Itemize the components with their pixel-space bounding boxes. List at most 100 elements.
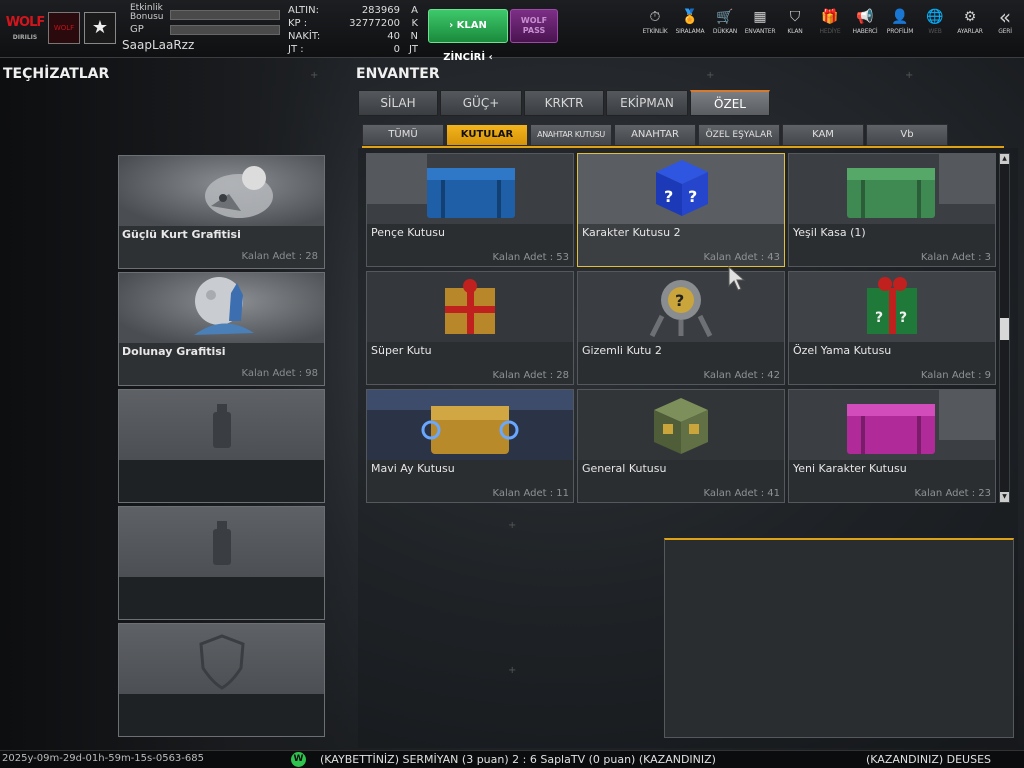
- tab-krktr[interactable]: KRKTR: [524, 90, 604, 116]
- currency-label: NAKİT:: [288, 31, 321, 42]
- tab-ozel[interactable]: ÖZEL: [690, 90, 770, 116]
- tab-guc[interactable]: GÜÇ+: [440, 90, 522, 116]
- logo-text: WOLF: [5, 15, 46, 30]
- svg-text:?: ?: [899, 310, 907, 326]
- nav-etkinlik[interactable]: ⏱ ETKİNLİK: [638, 6, 672, 52]
- nav-label: DÜKKAN: [712, 28, 738, 35]
- subtab-tumu[interactable]: TÜMÜ: [362, 124, 444, 146]
- green-gift-icon: ? ?: [789, 272, 995, 342]
- scroll-thumb[interactable]: [1000, 318, 1009, 340]
- subtab-anahtar[interactable]: ANAHTAR: [614, 124, 696, 146]
- inventory-item[interactable]: ? ? Özel Yama Kutusu Kalan Adet : 9: [788, 271, 996, 385]
- inventory-item[interactable]: Mavi Ay Kutusu Kalan Adet : 11: [366, 389, 574, 503]
- nav-geri[interactable]: « GERİ: [988, 6, 1022, 52]
- currency-row-kp: KP : 32777200 K: [286, 18, 422, 30]
- item-name: Yeni Karakter Kutusu: [793, 462, 907, 475]
- equipment-slot[interactable]: Dolunay Grafitisi Kalan Adet : 98: [118, 272, 325, 386]
- nav-siralama[interactable]: 🏅 SIRALAMA: [673, 6, 707, 52]
- equipment-slot-empty[interactable]: [118, 623, 325, 737]
- item-count: Kalan Adet : 23: [914, 488, 991, 499]
- currency-row-jt: JT : 0 JT: [286, 44, 422, 56]
- inventory-item[interactable]: Yeşil Kasa (1) Kalan Adet : 3: [788, 153, 996, 267]
- nav-dukkan[interactable]: 🛒 DÜKKAN: [708, 6, 742, 52]
- pink-crate-icon: [789, 390, 995, 460]
- nav-label: WEB: [928, 28, 942, 35]
- item-detail-panel: [664, 538, 1014, 738]
- nav-ayarlar[interactable]: ⚙ AYARLAR: [953, 6, 987, 52]
- globe-icon: 🌐: [926, 9, 944, 25]
- inventory-item[interactable]: Yeni Karakter Kutusu Kalan Adet : 23: [788, 389, 996, 503]
- inventory-scrollbar[interactable]: ▲ ▼: [999, 153, 1010, 503]
- cart-icon: 🛒: [716, 9, 734, 25]
- svg-text:?: ?: [664, 187, 673, 206]
- nav-haberci[interactable]: 📢 HABERCİ: [848, 6, 882, 52]
- logo-subtext: DIRILIS: [12, 34, 38, 41]
- profile-icon: 👤: [891, 9, 909, 25]
- item-image: ?: [578, 272, 784, 342]
- item-name: Karakter Kutusu 2: [582, 226, 681, 239]
- item-image: [789, 154, 995, 224]
- back-icon: «: [998, 5, 1012, 29]
- gold-chest-icon: [367, 390, 573, 460]
- nav-web[interactable]: 🌐 WEB: [918, 6, 952, 52]
- nav-label: GERİ: [998, 28, 1012, 35]
- nav-label: HABERCİ: [852, 28, 878, 35]
- inventory-item[interactable]: Süper Kutu Kalan Adet : 28: [366, 271, 574, 385]
- shield-outline-icon: [119, 624, 324, 694]
- currency-value: 40: [387, 31, 400, 42]
- nav-profilim[interactable]: 👤 PROFİLİM: [883, 6, 917, 52]
- inventory-item-selected[interactable]: ? ? Karakter Kutusu 2 Kalan Adet : 43: [577, 153, 785, 267]
- ticker-match-result-right: (KAZANDINIZ) DEUSES: [866, 753, 992, 766]
- medal-icon: 🏅: [681, 9, 699, 25]
- item-image: ? ?: [789, 272, 995, 342]
- megaphone-icon: 📢: [856, 9, 874, 25]
- full-moon-graffiti-icon: [194, 277, 254, 335]
- clan-emblem-icon[interactable]: WOLF: [48, 12, 80, 44]
- nav-label: AYARLAR: [957, 28, 983, 35]
- currency-unit: N: [410, 31, 418, 42]
- item-name: Süper Kutu: [371, 344, 432, 357]
- equipment-slot[interactable]: Güçlü Kurt Grafitisi Kalan Adet : 28: [118, 155, 325, 269]
- scroll-down-arrow-icon[interactable]: ▼: [1000, 492, 1009, 502]
- game-logo: WOLF DIRILIS: [4, 12, 46, 46]
- equipment-slot-name: Güçlü Kurt Grafitisi: [122, 228, 241, 241]
- subtab-kutular[interactable]: KUTULAR: [446, 124, 528, 146]
- inventory-subcategory-tabs: TÜMÜ KUTULAR ANAHTAR KUTUSU ANAHTAR ÖZEL…: [362, 124, 1004, 148]
- nav-klan[interactable]: ⛉ KLAN: [778, 6, 812, 52]
- inventory-item[interactable]: Pençe Kutusu Kalan Adet : 53: [366, 153, 574, 267]
- item-image: [578, 390, 784, 460]
- item-name: Gizemli Kutu 2: [582, 344, 662, 357]
- spray-can-icon: [119, 390, 324, 460]
- svg-text:?: ?: [675, 291, 684, 310]
- equipment-slot-empty[interactable]: [118, 389, 325, 503]
- gp-label: GP: [130, 24, 144, 35]
- item-count: Kalan Adet : 11: [492, 488, 569, 499]
- klan-zinciri-button[interactable]: › KLAN ZİNCİRİ ‹: [428, 9, 508, 63]
- inventory-item[interactable]: ? Gizemli Kutu 2 Kalan Adet : 42: [577, 271, 785, 385]
- chat-ticker: 2025y-09m-29d-01h-59m-15s-0563-685 W (KA…: [0, 750, 1024, 768]
- currency-label: JT :: [288, 44, 304, 55]
- subtab-kam[interactable]: KAM: [782, 124, 864, 146]
- subtab-anahtar-kutusu[interactable]: ANAHTAR KUTUSU: [530, 124, 612, 146]
- nav-hediye[interactable]: 🎁 HEDİYE: [813, 6, 847, 52]
- item-image: [367, 390, 573, 460]
- svg-text:?: ?: [688, 187, 697, 206]
- inventory-item[interactable]: General Kutusu Kalan Adet : 41: [577, 389, 785, 503]
- scroll-up-arrow-icon[interactable]: ▲: [1000, 154, 1009, 164]
- subtab-vb[interactable]: Vb: [866, 124, 948, 146]
- equipment-slot-name: Dolunay Grafitisi: [122, 345, 226, 358]
- item-name: Mavi Ay Kutusu: [371, 462, 455, 475]
- wolf-pass-label-2: PASS: [522, 26, 546, 35]
- event-bonus-bar: [170, 10, 280, 20]
- subtab-ozel-esyalar[interactable]: ÖZEL EŞYALAR: [698, 124, 780, 146]
- ticker-match-result: (KAYBETTİNİZ) SERMİYAN (3 puan) 2 : 6 Sa…: [320, 753, 716, 766]
- equipment-slot-empty[interactable]: [118, 506, 325, 620]
- tab-silah[interactable]: SİLAH: [358, 90, 438, 116]
- nav-envanter[interactable]: ▦ ENVANTER: [743, 6, 777, 52]
- item-image: [789, 390, 995, 460]
- tab-ekipman[interactable]: EKİPMAN: [606, 90, 688, 116]
- wolf-pass-button[interactable]: WOLF PASS: [510, 9, 558, 43]
- currency-row-altin: ALTIN: 283969 A: [286, 5, 422, 17]
- player-info: Etkinlik Bonusu GP SaapLaaRzz: [120, 4, 282, 54]
- event-bonus-label: Etkinlik Bonusu: [130, 3, 164, 22]
